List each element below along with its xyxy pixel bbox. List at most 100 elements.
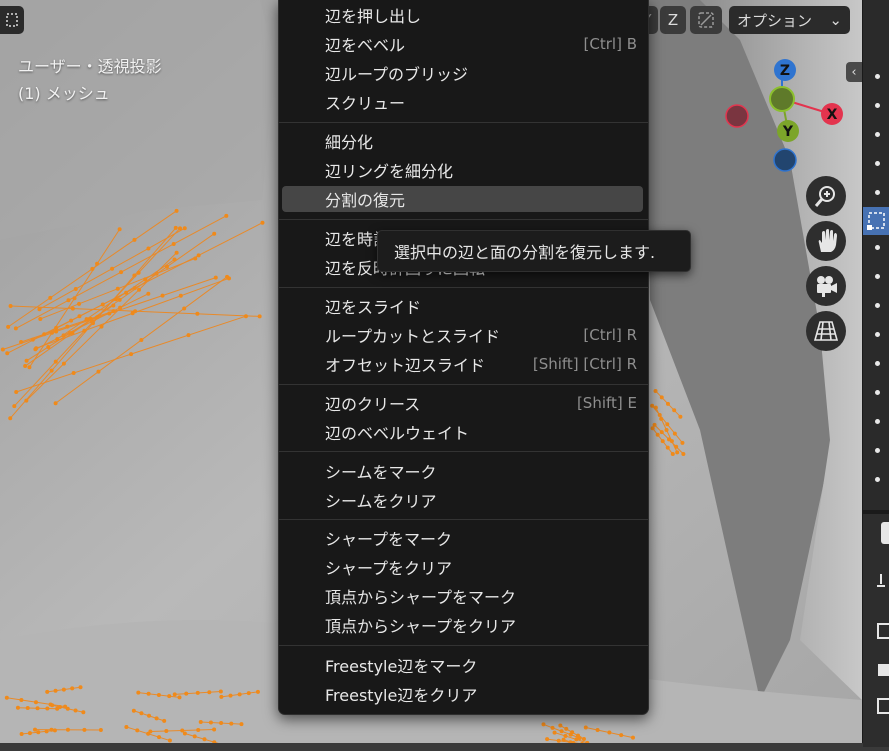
toolbar-dot-icon[interactable]	[875, 477, 880, 482]
menu-item[interactable]: 辺をベベル[Ctrl] B	[282, 31, 643, 57]
selected-vertex	[667, 437, 671, 441]
selected-vertex	[619, 733, 623, 737]
selected-vertex	[653, 423, 657, 427]
menu-item[interactable]: 頂点からシャープをクリア	[282, 612, 643, 638]
menu-item-label: スクリュー	[325, 90, 405, 114]
gizmo-neg-z[interactable]	[774, 149, 796, 171]
menu-item[interactable]: 細分化	[282, 128, 643, 154]
toolbar-dot-icon[interactable]	[875, 303, 880, 308]
toolbar-dot-icon[interactable]	[875, 74, 880, 79]
menu-item[interactable]: 辺をスライド	[282, 293, 643, 319]
selected-vertex	[118, 298, 122, 302]
toolbar-dot-icon[interactable]	[875, 132, 880, 137]
selected-vertex	[661, 439, 665, 443]
pan-button[interactable]	[806, 221, 846, 261]
toolbar-dot-icon[interactable]	[875, 361, 880, 366]
selected-vertex	[654, 406, 658, 410]
selected-vertex	[58, 705, 62, 709]
selected-vertex	[55, 337, 59, 341]
toolbar-dot-icon[interactable]	[875, 332, 880, 337]
selected-vertex	[229, 722, 233, 726]
selected-vertex	[660, 395, 664, 399]
menu-item[interactable]: シームをマーク	[282, 458, 643, 484]
menu-item[interactable]: スクリュー	[282, 89, 643, 115]
tooltip: 選択中の辺と面の分割を復元します.	[377, 230, 691, 272]
clipboard-icon	[878, 624, 889, 638]
menu-item[interactable]: ループカットとスライド[Ctrl] R	[282, 322, 643, 348]
menu-item-label: Freestyle辺をマーク	[325, 653, 477, 677]
selected-vertex	[25, 359, 29, 363]
menu-item[interactable]: 辺のベベルウェイト	[282, 419, 643, 445]
menu-item[interactable]: シャープをマーク	[282, 525, 643, 551]
menu-item-label: オフセット辺スライド	[325, 352, 485, 376]
selected-vertex	[146, 732, 150, 736]
menu-item[interactable]: 分割の復元	[282, 186, 643, 212]
image-icon	[878, 699, 889, 713]
menu-item[interactable]: 辺リングを細分化	[282, 157, 643, 183]
selected-vertex	[247, 691, 251, 695]
menu-item-shortcut: [Ctrl] B	[584, 35, 637, 53]
select-mode-button[interactable]	[0, 6, 24, 34]
selected-vertex	[574, 737, 578, 741]
printer-icon	[878, 664, 889, 676]
menu-item-shortcut: [Ctrl] R	[583, 326, 637, 344]
menu-item[interactable]: Freestyle辺をマーク	[282, 652, 643, 678]
selected-vertex	[656, 433, 660, 437]
chevron-down-icon: ⌄	[829, 11, 842, 29]
menu-item[interactable]: Freestyle辺をクリア	[282, 681, 643, 707]
toolbar-dot-icon[interactable]	[875, 419, 880, 424]
menu-item-label: 頂点からシャープをクリア	[325, 613, 516, 637]
selected-vertex	[651, 426, 655, 430]
selected-vertex	[212, 727, 216, 731]
gizmo-neg-y[interactable]	[770, 87, 794, 111]
selected-vertex	[74, 287, 78, 291]
menu-item[interactable]: シームをクリア	[282, 487, 643, 513]
menu-item[interactable]: シャープをクリア	[282, 554, 643, 580]
selected-vertex	[672, 408, 676, 412]
xray-toggle-button[interactable]	[690, 6, 722, 34]
toolbar-dot-icon[interactable]	[875, 390, 880, 395]
selected-vertex	[53, 728, 57, 732]
menu-item[interactable]: 頂点からシャープをマーク	[282, 583, 643, 609]
menu-item-label: シームをマーク	[325, 459, 437, 483]
selected-vertex	[107, 312, 111, 316]
selected-vertex	[665, 422, 669, 426]
menu-item-label: 辺を押し出し	[325, 3, 421, 27]
zoom-button[interactable]	[806, 176, 846, 216]
selected-vertex	[183, 731, 187, 735]
menu-item[interactable]: 辺ループのブリッジ	[282, 60, 643, 86]
selected-vertex	[660, 430, 664, 434]
selected-vertex	[553, 731, 557, 735]
pin-icon	[877, 574, 885, 586]
axis-z-toggle[interactable]: Z	[660, 6, 686, 34]
selected-vertex	[258, 314, 262, 318]
toolbar-dot-icon[interactable]	[875, 245, 880, 250]
selected-vertex	[23, 364, 27, 368]
toolbar-dot-icon[interactable]	[875, 274, 880, 279]
selected-vertex	[196, 691, 200, 695]
edge-context-menu: 辺を押し出し辺をベベル[Ctrl] B 辺ループのブリッジスクリュー細分化辺リング…	[278, 0, 649, 715]
gizmo-neg-x[interactable]	[726, 105, 748, 127]
selected-vertex	[79, 685, 83, 689]
menu-item[interactable]: 辺のクリース[Shift] E	[282, 390, 643, 416]
toolbar-active-tool[interactable]	[863, 207, 889, 235]
toolbar-dot-icon[interactable]	[875, 190, 880, 195]
options-dropdown[interactable]: オプション ⌄	[729, 6, 850, 34]
selected-vertex	[118, 227, 122, 231]
camera-view-button[interactable]	[806, 266, 846, 306]
selected-vertex	[27, 365, 31, 369]
selected-vertex	[48, 296, 52, 300]
selected-vertex	[74, 708, 78, 712]
navigation-gizmo[interactable]: Z X Y	[720, 55, 850, 185]
menu-item[interactable]: 辺を押し出し	[282, 2, 643, 28]
toolbar-dot-icon[interactable]	[875, 161, 880, 166]
menu-separator	[279, 287, 648, 288]
toolbar-dot-icon[interactable]	[875, 103, 880, 108]
toolbar-dot-icon[interactable]	[875, 448, 880, 453]
selected-vertex	[238, 692, 242, 696]
selected-vertex	[85, 317, 89, 321]
selected-vertex	[8, 416, 12, 420]
menu-item[interactable]: オフセット辺スライド[Shift] [Ctrl] R	[282, 351, 643, 377]
perspective-toggle-button[interactable]	[806, 311, 846, 351]
selected-vertex	[157, 693, 161, 697]
